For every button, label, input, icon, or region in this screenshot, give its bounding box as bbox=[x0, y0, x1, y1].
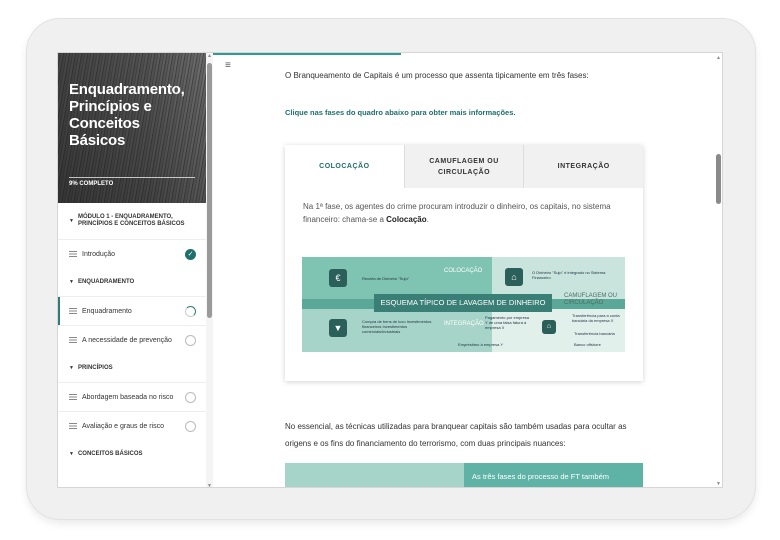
sidebar-item-abordagem-risco[interactable]: Abordagem baseada no risco bbox=[58, 382, 206, 411]
label-banco-offshore: Banco offshore bbox=[574, 342, 601, 347]
label-compra: Compra de bens de luxo Investimentos fin… bbox=[362, 319, 432, 334]
caret-down-icon: ▼ bbox=[69, 217, 74, 224]
sidebar-scrollbar[interactable]: ▲ ▼ bbox=[206, 53, 213, 487]
sidebar-item-introducao[interactable]: Introdução ✓ bbox=[58, 239, 206, 268]
nuances-paragraph: No essencial, as técnicas utilizadas par… bbox=[285, 422, 627, 448]
course-hero-image: Enquadramento, Princípios e Conceitos Bá… bbox=[58, 53, 206, 203]
sidebar-item-label: Enquadramento bbox=[82, 307, 132, 315]
section-label: MÓDULO 1 - ENQUADRAMENTO, PRINCÍPIOS E C… bbox=[77, 214, 185, 227]
section-label: CONCEITOS BÁSICOS bbox=[77, 451, 143, 457]
sidebar-item-label: Avaliação e graus de risco bbox=[82, 422, 164, 430]
sidebar-item-label: A necessidade de prevenção bbox=[82, 336, 172, 344]
sidebar-item-avaliacao-risco[interactable]: Avaliação e graus de risco bbox=[58, 411, 206, 440]
lesson-content: ≡ O Branqueamento de Capitais é um proce… bbox=[213, 53, 722, 487]
ft-card-left bbox=[285, 463, 464, 487]
label-receita: Receita de Dinheiro "Sujo" bbox=[362, 276, 410, 281]
lesson-lines-icon bbox=[69, 251, 77, 257]
course-title: Enquadramento, Princípios e Conceitos Bá… bbox=[69, 81, 185, 149]
caret-down-icon: ▼ bbox=[69, 365, 74, 371]
phases-tabs-card: COLOCAÇÃO CAMUFLAGEM OU CIRCULAÇÃO INTEG… bbox=[285, 145, 644, 381]
lesson-lines-icon bbox=[69, 308, 77, 314]
section-principios[interactable]: ▼ PRINCÍPIOS bbox=[58, 354, 206, 382]
screen: Enquadramento, Princípios e Conceitos Bá… bbox=[57, 52, 723, 488]
tab-colocacao[interactable]: COLOCAÇÃO bbox=[285, 145, 404, 188]
content-scrollbar[interactable]: ▲ ▼ bbox=[714, 53, 722, 487]
not-started-circle-icon bbox=[185, 421, 196, 432]
tab-camuflagem[interactable]: CAMUFLAGEM OU CIRCULAÇÃO bbox=[403, 145, 524, 188]
scroll-up-icon[interactable]: ▲ bbox=[716, 55, 721, 61]
sidebar-item-label: Introdução bbox=[82, 250, 116, 258]
money-laundering-diagram: € Receita de Dinheiro "Sujo" COLOCAÇÃO ⌂… bbox=[302, 257, 625, 352]
tab-text-bold: Colocação bbox=[386, 215, 427, 224]
bank-icon: ⌂ bbox=[505, 268, 523, 286]
intro-text: O Branqueamento de Capitais é um process… bbox=[285, 71, 589, 80]
in-progress-icon bbox=[185, 306, 196, 317]
sidebar-item-necessidade-prevencao[interactable]: A necessidade de prevenção bbox=[58, 325, 206, 354]
phase-label-integracao: INTEGRAÇÃO bbox=[444, 321, 484, 327]
section-conceitos-basicos[interactable]: ▼ CONCEITOS BÁSICOS bbox=[58, 440, 206, 468]
lesson-lines-icon bbox=[69, 337, 77, 343]
ft-phases-card: As três fases do processo de FT também bbox=[285, 463, 643, 487]
tab-text-after: . bbox=[426, 215, 429, 224]
ft-card-right: As três fases do processo de FT também bbox=[464, 463, 643, 487]
lesson-progress-bar bbox=[213, 53, 401, 55]
caret-down-icon: ▼ bbox=[69, 279, 74, 285]
phase-label-camuflagem: CAMUFLAGEM OU CIRCULAÇÃO bbox=[564, 293, 618, 306]
sidebar-item-enquadramento[interactable]: Enquadramento bbox=[58, 296, 206, 325]
diagram-banner: ESQUEMA TÍPICO DE LAVAGEM DE DINHEIRO bbox=[374, 294, 552, 312]
scroll-down-icon[interactable]: ▼ bbox=[716, 481, 721, 487]
scroll-up-icon[interactable]: ▲ bbox=[207, 53, 212, 59]
lesson-lines-icon bbox=[69, 394, 77, 400]
label-sistema: O Dinheiro "Sujo" é integrado no Sistema… bbox=[532, 270, 606, 280]
label-transferencia: Transferência para a conta bancária da e… bbox=[572, 313, 620, 323]
section-label: ENQUADRAMENTO bbox=[77, 279, 135, 285]
progress-line bbox=[69, 177, 195, 178]
not-started-circle-icon bbox=[185, 392, 196, 403]
sidebar-scroll-thumb[interactable] bbox=[207, 63, 212, 318]
phase-tabs: COLOCAÇÃO CAMUFLAGEM OU CIRCULAÇÃO INTEG… bbox=[285, 145, 644, 188]
euro-icon: € bbox=[329, 269, 347, 287]
label-transferencia-bancaria: Transferência bancária bbox=[574, 331, 615, 336]
click-hint-text: Clique nas fases do quadro abaixo para o… bbox=[285, 108, 516, 117]
label-pagamento: Pagamento por empresa Y de uma falsa fat… bbox=[485, 315, 530, 330]
tab-integracao[interactable]: INTEGRAÇÃO bbox=[523, 145, 644, 188]
complete-check-icon: ✓ bbox=[185, 249, 196, 260]
tab-text-before: Na 1ª fase, os agentes do crime procuram… bbox=[303, 202, 611, 224]
section-label: PRINCÍPIOS bbox=[77, 365, 113, 371]
lesson-nav: ▼ MÓDULO 1 - ENQUADRAMENTO, PRINCÍPIOS E… bbox=[58, 203, 206, 468]
bank-small-icon: ⌂ bbox=[542, 320, 556, 334]
tab-description: Na 1ª fase, os agentes do crime procuram… bbox=[303, 200, 623, 226]
phase-label-colocacao: COLOCAÇÃO bbox=[444, 268, 483, 274]
section-modulo-1[interactable]: ▼ MÓDULO 1 - ENQUADRAMENTO, PRINCÍPIOS E… bbox=[58, 203, 206, 239]
diamond-icon: ▼ bbox=[329, 319, 347, 337]
scroll-down-icon[interactable]: ▼ bbox=[207, 483, 212, 487]
sidebar: Enquadramento, Princípios e Conceitos Bá… bbox=[58, 53, 213, 487]
caret-down-icon: ▼ bbox=[69, 451, 74, 457]
not-started-circle-icon bbox=[185, 335, 196, 346]
lesson-lines-icon bbox=[69, 423, 77, 429]
content-scroll-thumb[interactable] bbox=[716, 154, 721, 204]
sidebar-item-label: Abordagem baseada no risco bbox=[82, 393, 174, 401]
section-enquadramento[interactable]: ▼ ENQUADRAMENTO bbox=[58, 268, 206, 296]
menu-icon[interactable]: ≡ bbox=[225, 60, 231, 71]
label-emprestimo: Empréstimo à empresa Y bbox=[458, 342, 504, 347]
course-progress-text: 9% COMPLETO bbox=[69, 181, 114, 187]
